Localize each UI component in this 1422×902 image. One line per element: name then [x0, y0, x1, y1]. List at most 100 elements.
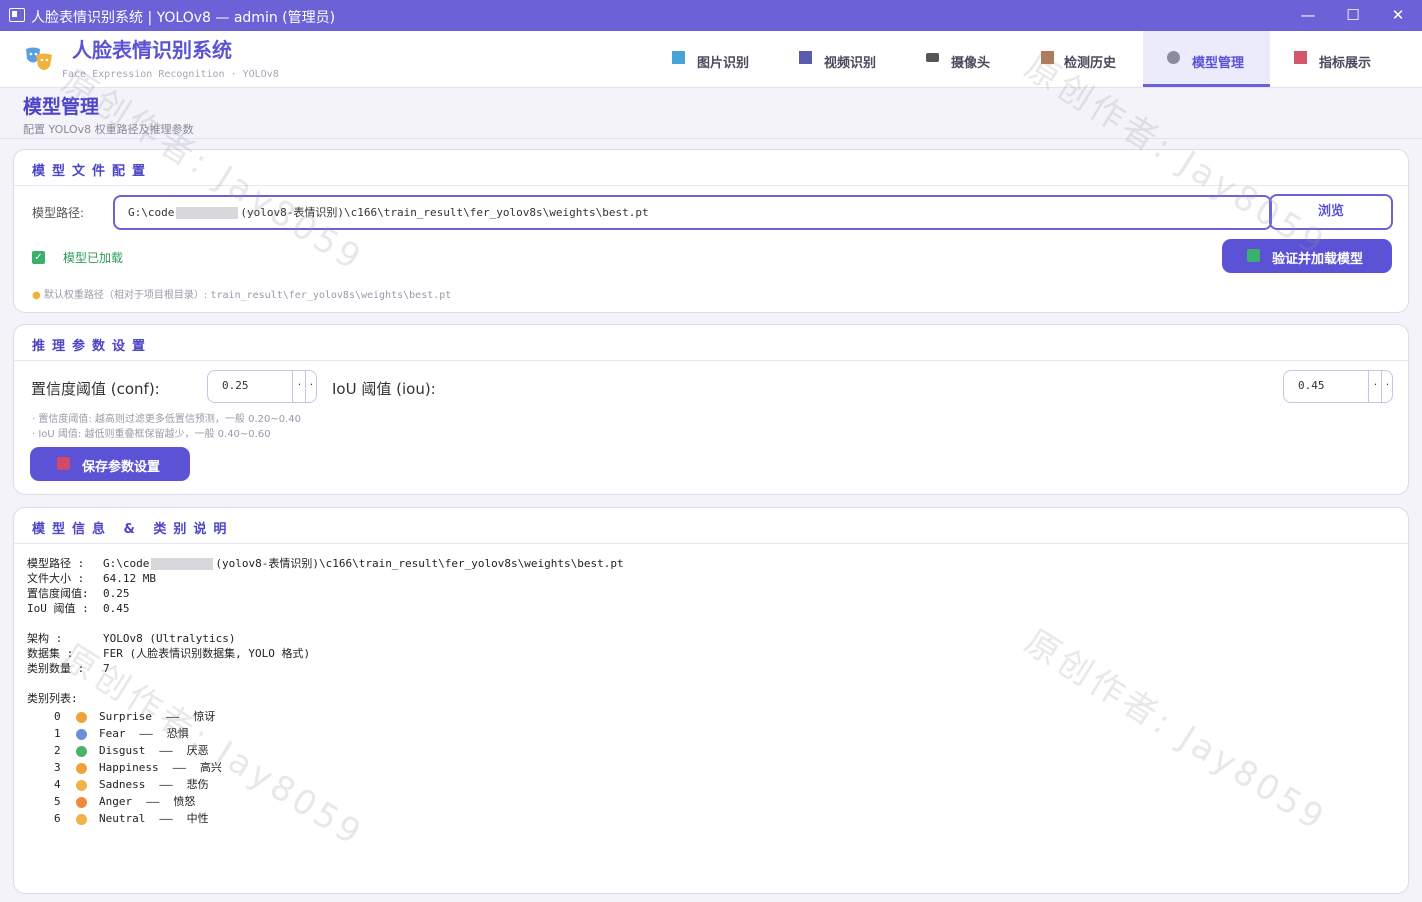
redacted-segment	[176, 207, 239, 219]
spin-down-button[interactable]: ·	[292, 371, 306, 402]
info-key: 文件大小 :	[27, 572, 85, 585]
tab-detection-history[interactable]: 检测历史	[1016, 31, 1143, 86]
info-value: FER (人脸表情识别数据集, YOLO 格式)	[103, 647, 311, 660]
class-name-en: Surprise	[99, 710, 152, 723]
checkmark-icon: ✓	[32, 251, 45, 264]
class-index: 6	[54, 812, 61, 825]
tab-camera[interactable]: 摄像头	[896, 31, 1023, 86]
iou-value: 0.45	[1298, 379, 1325, 392]
info-row-count: 类别数量 : 7	[27, 660, 110, 676]
model-path-input[interactable]: G:\code (yolov8-表情识别)\c166\train_result\f…	[113, 195, 1272, 230]
info-value: 7	[103, 662, 110, 675]
info-row-iou: IoU 阈值 : 0.45	[27, 600, 130, 616]
tab-image-recognition[interactable]: 图片识别	[642, 31, 769, 86]
info-row-dataset: 数据集 : FER (人脸表情识别数据集, YOLO 格式)	[27, 645, 310, 661]
tab-model-management[interactable]: 模型管理	[1143, 31, 1270, 87]
class-name-en: Disgust	[99, 744, 146, 757]
fear-emoji-icon	[76, 728, 87, 740]
info-key: IoU 阈值 :	[27, 602, 89, 615]
class-row: 3 Happiness —— 高兴	[54, 759, 222, 775]
class-separator: ——	[159, 812, 173, 825]
window-title: 人脸表情识别系统 | YOLOv8 — admin (管理员)	[31, 10, 336, 26]
minimize-button[interactable]: —	[1285, 0, 1331, 31]
close-window-button[interactable]: ✕	[1375, 0, 1421, 31]
tip-text: 默认权重路径（相对于项目根目录）:	[43, 290, 211, 301]
save-params-button[interactable]: 保存参数设置	[30, 447, 190, 481]
info-value: YOLOv8 (Ultralytics)	[103, 632, 236, 645]
class-name-zh: 恐惧	[166, 727, 189, 740]
class-index: 4	[54, 778, 61, 791]
info-key: 置信度阈值:	[27, 587, 89, 600]
tab-label: 摄像头	[951, 56, 991, 71]
tab-label: 指标展示	[1319, 56, 1372, 71]
browse-button[interactable]: 浏览	[1269, 194, 1393, 230]
maximize-button[interactable]: ☐	[1330, 0, 1376, 31]
info-value: 64.12 MB	[103, 572, 156, 585]
app-header: 人脸表情识别系统 Face Expression Recognition · Y…	[0, 31, 1422, 88]
button-label: 保存参数设置	[82, 460, 161, 475]
conf-spinbox[interactable]: 0.25 · ·	[207, 370, 317, 403]
iou-spinbox[interactable]: 0.45 · ·	[1283, 370, 1393, 403]
class-name-zh: 悲伤	[186, 778, 209, 791]
spin-up-button[interactable]: ·	[305, 371, 317, 402]
class-index: 5	[54, 795, 61, 808]
class-separator: ——	[159, 778, 173, 791]
class-name-en: Fear	[99, 727, 126, 740]
path-suffix: (yolov8-表情识别)\c166\train_result\fer_yolo…	[240, 206, 649, 219]
class-name-en: Happiness	[99, 761, 159, 774]
happy-emoji-icon	[76, 762, 87, 774]
floppy-disk-icon	[57, 457, 70, 470]
divider	[14, 543, 1408, 544]
lightbulb-icon: ●	[32, 290, 41, 301]
class-index: 2	[54, 744, 61, 757]
neutral-emoji-icon	[76, 813, 87, 825]
info-key: 模型路径 :	[27, 557, 85, 570]
bar-chart-icon	[1294, 51, 1307, 64]
info-value: G:\code	[103, 557, 150, 570]
section-title: 模型信息 & 类别说明	[32, 522, 234, 537]
class-index: 3	[54, 761, 61, 774]
verify-load-model-button[interactable]: 验证并加载模型	[1222, 239, 1392, 273]
class-row: 5 Anger —— 愤怒	[54, 793, 195, 809]
history-icon	[1041, 51, 1054, 64]
info-row-path: 模型路径 : G:\code (yolov8-表情识别)\c166\train_re…	[27, 555, 624, 571]
model-path-label: 模型路径:	[32, 206, 85, 220]
class-name-zh: 愤怒	[173, 795, 196, 808]
spin-up-button[interactable]: ·	[1381, 371, 1393, 402]
class-separator: ——	[172, 761, 186, 774]
page-title: 模型管理	[23, 96, 100, 118]
app-window-icon	[9, 8, 25, 22]
app-name: 人脸表情识别系统	[72, 38, 232, 62]
class-name-en: Neutral	[99, 812, 146, 825]
class-index: 0	[54, 710, 61, 723]
disgust-emoji-icon	[76, 745, 87, 757]
spin-down-button[interactable]: ·	[1368, 371, 1382, 402]
tip-path: train_result\fer_yolov8s\weights\best.pt	[210, 290, 452, 301]
divider	[14, 360, 1408, 361]
info-row-conf: 置信度阈值: 0.25	[27, 585, 130, 601]
model-file-card: 模型文件配置 模型路径: G:\code (yolov8-表情识别)\c166\t…	[13, 149, 1409, 313]
tab-metrics[interactable]: 指标展示	[1270, 31, 1397, 86]
tab-video-recognition[interactable]: 视频识别	[769, 31, 896, 86]
sad-emoji-icon	[76, 779, 87, 791]
inference-params-card: 推理参数设置 置信度阈值 (conf): 0.25 · · IoU 阈值 (io…	[13, 324, 1409, 495]
iou-label: IoU 阈值 (iou):	[332, 380, 436, 398]
redacted-segment	[151, 558, 214, 570]
info-row-size: 文件大小 : 64.12 MB	[27, 570, 156, 586]
class-name-zh: 惊讶	[193, 710, 216, 723]
info-value: (yolov8-表情识别)\c166\train_result\fer_yolo…	[215, 557, 624, 570]
info-value: 0.25	[103, 587, 130, 600]
info-key: 数据集 :	[27, 647, 74, 660]
class-separator: ——	[159, 744, 173, 757]
class-name-en: Anger	[99, 795, 133, 808]
class-name-zh: 厌恶	[186, 744, 209, 757]
model-status-text: 模型已加载	[63, 251, 124, 265]
class-row: 6 Neutral —— 中性	[54, 810, 209, 826]
info-key: 架构 :	[27, 632, 63, 645]
class-row: 4 Sadness —— 悲伤	[54, 776, 209, 792]
gear-icon	[1167, 51, 1180, 64]
angry-emoji-icon	[76, 796, 87, 808]
button-label: 验证并加载模型	[1272, 252, 1364, 267]
page-heading: 模型管理 配置 YOLOv8 权重路径及推理参数	[0, 88, 1422, 139]
tab-label: 视频识别	[824, 56, 877, 71]
